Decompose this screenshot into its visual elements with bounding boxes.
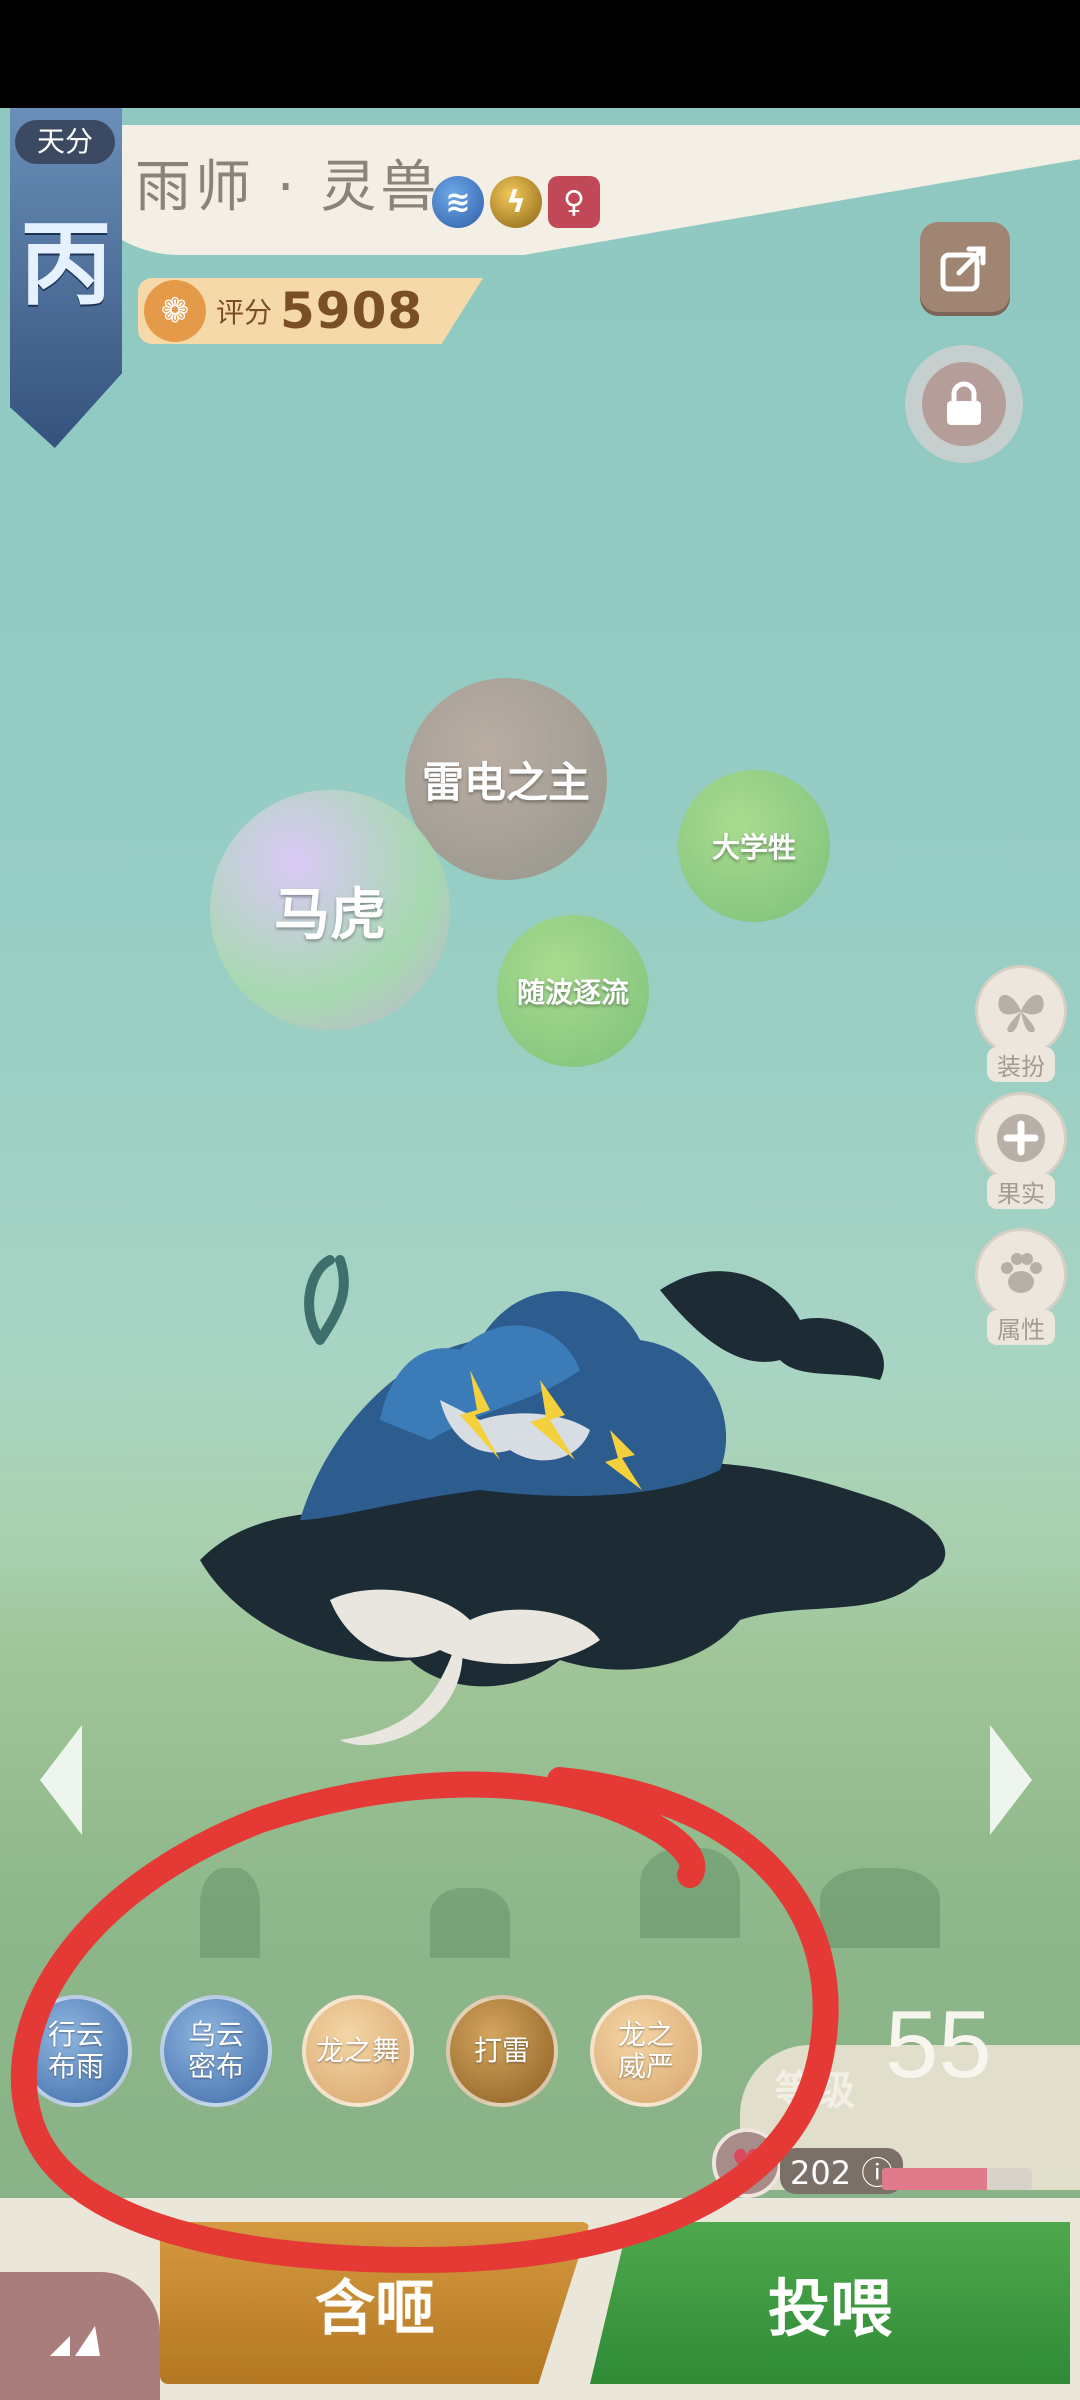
- pet-name: 雨师 · 灵兽: [135, 155, 441, 220]
- share-icon: [940, 246, 986, 292]
- trait-label: 马虎: [274, 882, 386, 948]
- side-dressup-button[interactable]: 装扮: [975, 965, 1067, 1082]
- share-button[interactable]: [920, 222, 1010, 312]
- trait-bubble-leidian[interactable]: 雷电之主: [405, 678, 607, 880]
- red-annotation-circle: [10, 1767, 839, 2274]
- paw-icon: ❁: [144, 280, 206, 342]
- status-bar: [0, 0, 1080, 108]
- score-label: 评分: [216, 296, 273, 329]
- score-value: 5908: [280, 282, 424, 340]
- trait-label: 随波逐流: [516, 976, 629, 1009]
- side-label: 装扮: [987, 1047, 1055, 1082]
- trait-bubble-mahu[interactable]: 马虎: [210, 790, 450, 1030]
- lock-button[interactable]: [905, 345, 1023, 463]
- water-icon[interactable]: ≋: [432, 176, 484, 228]
- lock-icon: [947, 381, 981, 425]
- plus-icon: [975, 1092, 1067, 1184]
- corner-icon: [50, 2326, 100, 2356]
- trait-label: 雷电之主: [421, 757, 590, 807]
- trait-bubble-daxue[interactable]: 大学牲: [678, 770, 830, 922]
- side-label: 果实: [987, 1174, 1055, 1209]
- thunder-icon[interactable]: ϟ: [490, 176, 542, 228]
- side-attribute-button[interactable]: 属性: [975, 1228, 1067, 1345]
- creature-illustration[interactable]: [180, 1200, 980, 1760]
- exp-progress-fill: [882, 2168, 987, 2190]
- female-icon: ♀: [548, 176, 600, 228]
- trait-bubble-suibo[interactable]: 随波逐流: [497, 915, 649, 1067]
- element-icons: ≋ ϟ ♀: [432, 176, 600, 228]
- trait-label: 大学牲: [711, 831, 796, 864]
- rank-grade: 丙: [19, 210, 112, 318]
- exp-progress-bar: [882, 2168, 1032, 2190]
- side-fruit-button[interactable]: 果实: [975, 1092, 1067, 1209]
- next-pet-arrow[interactable]: [990, 1725, 1032, 1835]
- butterfly-icon: [975, 965, 1067, 1057]
- rank-label: 天分: [15, 120, 115, 164]
- side-label: 属性: [987, 1310, 1055, 1345]
- score-tag: ❁ 评分 5908: [138, 278, 483, 344]
- level-value: 55: [885, 1991, 992, 2098]
- paw-icon: [975, 1228, 1067, 1320]
